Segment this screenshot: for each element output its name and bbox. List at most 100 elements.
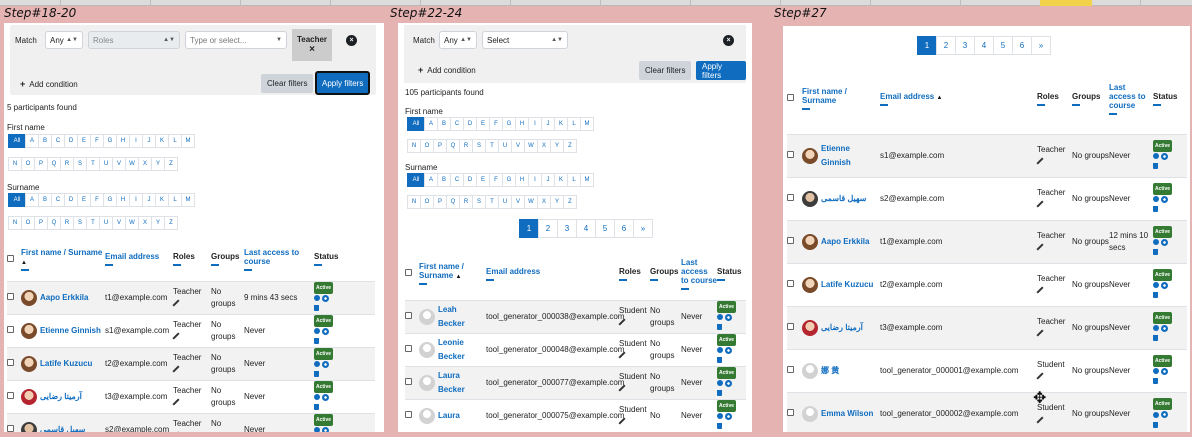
row-checkbox[interactable] — [7, 359, 14, 366]
letter-filter-r[interactable]: R — [459, 139, 473, 153]
page-2[interactable]: 2 — [538, 219, 558, 238]
row-checkbox[interactable] — [405, 345, 412, 352]
page-5[interactable]: 5 — [595, 219, 615, 238]
participant-name-link[interactable]: Aapo Erkkila — [40, 291, 88, 305]
letter-filter-c[interactable]: C — [450, 173, 464, 187]
letter-filter-v[interactable]: V — [511, 139, 525, 153]
participant-name-link[interactable]: Etienne Ginnish — [821, 142, 879, 170]
participant-name-link[interactable]: Laura — [438, 409, 460, 423]
letter-filter-e[interactable]: E — [77, 193, 91, 207]
clear-filters-button[interactable]: Clear filters — [639, 61, 692, 80]
letter-filter-g[interactable]: G — [103, 193, 117, 207]
trash-icon[interactable] — [717, 324, 722, 331]
participant-name-link[interactable]: Emma Wilson — [821, 407, 873, 421]
letter-filter-l[interactable]: L — [168, 193, 182, 207]
filter-type-select[interactable]: Select ▲▼ — [482, 31, 568, 49]
info-icon[interactable] — [1153, 239, 1159, 246]
letter-filter-r[interactable]: R — [459, 195, 473, 209]
info-icon[interactable] — [1153, 325, 1159, 332]
select-all-checkbox[interactable] — [405, 269, 412, 277]
page-4[interactable]: 4 — [576, 219, 596, 238]
letter-filter-r[interactable]: R — [60, 157, 74, 171]
trash-icon[interactable] — [1153, 163, 1158, 170]
edit-role-icon[interactable] — [1036, 329, 1044, 337]
gear-icon[interactable] — [1161, 324, 1169, 332]
row-checkbox[interactable] — [405, 378, 412, 385]
letter-filter-h[interactable]: H — [116, 193, 130, 207]
letter-filter-z[interactable]: Z — [563, 195, 577, 209]
letter-filter-k[interactable]: K — [554, 173, 568, 187]
trash-icon[interactable] — [717, 357, 722, 364]
edit-role-icon[interactable] — [618, 384, 626, 392]
participant-name-link[interactable]: Etienne Ginnish — [40, 324, 101, 338]
letter-filter-q[interactable]: Q — [446, 139, 460, 153]
letter-filter-g[interactable]: G — [103, 134, 117, 148]
letter-filter-o[interactable]: O — [420, 195, 434, 209]
edit-role-icon[interactable] — [172, 332, 180, 340]
gear-icon[interactable] — [725, 379, 733, 387]
gear-icon[interactable] — [1161, 195, 1169, 203]
letter-filter-f[interactable]: F — [489, 117, 503, 131]
gear-icon[interactable] — [725, 412, 733, 420]
apply-filters-button[interactable]: Apply filters — [696, 61, 746, 80]
letter-filter-f[interactable]: F — [90, 134, 104, 148]
trash-icon[interactable] — [314, 338, 319, 345]
select-all-checkbox[interactable] — [7, 254, 14, 262]
letter-filter-m[interactable]: M — [580, 117, 594, 131]
letter-filter-s[interactable]: S — [73, 157, 87, 171]
letter-filter-f[interactable]: F — [489, 173, 503, 187]
participant-name-link[interactable]: Laura Becker — [438, 369, 484, 397]
roles-select[interactable]: Roles ▲▼ — [88, 31, 180, 49]
letter-filter-x[interactable]: X — [138, 157, 152, 171]
letter-filter-x[interactable]: X — [537, 195, 551, 209]
letter-filter-w[interactable]: W — [524, 195, 538, 209]
gear-icon[interactable] — [1161, 238, 1169, 246]
match-select[interactable]: Any ▲▼ — [45, 31, 83, 49]
teacher-tag[interactable]: Teacher × — [292, 29, 332, 61]
row-checkbox[interactable] — [787, 280, 794, 287]
letter-filter-k[interactable]: K — [155, 193, 169, 207]
sort-email-header[interactable]: Email address — [880, 92, 934, 101]
sort-email-header[interactable]: Email address — [486, 267, 540, 276]
letter-filter-o[interactable]: O — [420, 139, 434, 153]
edit-role-icon[interactable] — [172, 398, 180, 406]
letter-filter-c[interactable]: C — [51, 134, 65, 148]
letter-filter-p[interactable]: P — [433, 195, 447, 209]
sort-name-header[interactable]: First name / Surname — [21, 248, 102, 257]
letter-filter-u[interactable]: U — [498, 139, 512, 153]
edit-role-icon[interactable] — [618, 318, 626, 326]
edit-role-icon[interactable] — [1036, 286, 1044, 294]
letter-filter-i[interactable]: I — [129, 134, 143, 148]
letter-filter-a[interactable]: A — [25, 134, 39, 148]
gear-icon[interactable] — [322, 426, 330, 432]
letter-filter-e[interactable]: E — [476, 117, 490, 131]
edit-role-icon[interactable] — [618, 417, 626, 425]
letter-filter-z[interactable]: Z — [164, 216, 178, 230]
participant-name-link[interactable]: Latife Kuzucu — [40, 357, 92, 371]
letter-filter-n[interactable]: N — [8, 216, 22, 230]
gear-icon[interactable] — [322, 393, 330, 401]
letter-filter-v[interactable]: V — [112, 216, 126, 230]
next-page-button[interactable]: » — [1031, 36, 1051, 55]
next-page-button[interactable]: » — [633, 219, 653, 238]
sort-name-header[interactable]: First name / Surname — [802, 87, 847, 105]
letter-filter-y[interactable]: Y — [151, 157, 165, 171]
letter-filter-b[interactable]: B — [437, 117, 451, 131]
page-1[interactable]: 1 — [917, 36, 937, 55]
participant-name-link[interactable]: Leah Becker — [438, 303, 484, 331]
row-checkbox[interactable] — [405, 411, 412, 418]
type-select-input[interactable]: Type or select... ▼ — [185, 31, 287, 49]
letter-filter-n[interactable]: N — [407, 139, 421, 153]
letter-filter-r[interactable]: R — [60, 216, 74, 230]
letter-filter-l[interactable]: L — [567, 117, 581, 131]
close-icon[interactable]: × — [723, 35, 734, 46]
letter-filter-q[interactable]: Q — [47, 216, 61, 230]
letter-filter-s[interactable]: S — [73, 216, 87, 230]
letter-filter-m[interactable]: M — [580, 173, 594, 187]
letter-filter-a[interactable]: A — [424, 117, 438, 131]
participant-name-link[interactable]: 娜 黄 — [821, 364, 839, 378]
letter-filter-a[interactable]: A — [25, 193, 39, 207]
participant-name-link[interactable]: Aapo Erkkila — [821, 235, 869, 249]
letter-filter-u[interactable]: U — [99, 157, 113, 171]
row-checkbox[interactable] — [787, 151, 794, 158]
